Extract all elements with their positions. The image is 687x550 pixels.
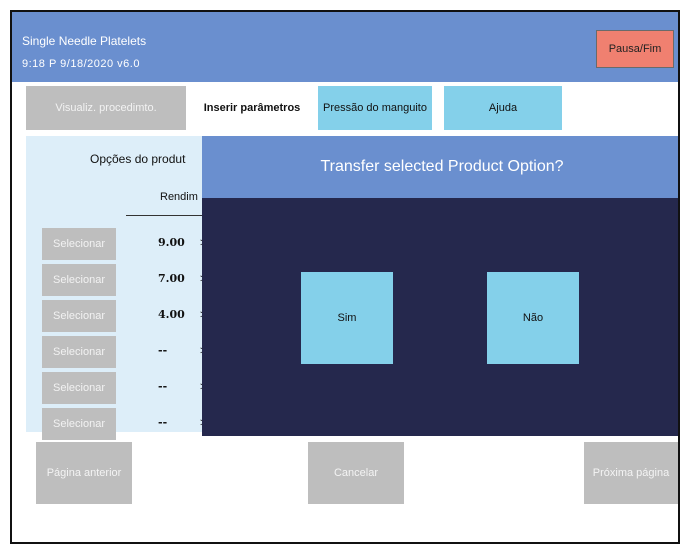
tab-enter-parameters[interactable]: Inserir parâmetros (190, 86, 314, 130)
yield-value: -- (158, 380, 168, 393)
tab-cuff-pressure[interactable]: Pressão do manguito (318, 86, 432, 130)
select-button[interactable]: Selecionar (42, 228, 116, 260)
select-button[interactable]: Selecionar (42, 300, 116, 332)
header-bar: Single Needle Platelets 9:18 P 9/18/2020… (12, 12, 678, 82)
cancel-button[interactable]: Cancelar (308, 442, 404, 504)
yield-value: 7.00 (158, 272, 185, 285)
select-button[interactable]: Selecionar (42, 408, 116, 440)
yes-button[interactable]: Sim (301, 272, 393, 364)
yield-value: 9.00 (158, 236, 185, 249)
select-button[interactable]: Selecionar (42, 372, 116, 404)
dialog-title: Transfer selected Product Option? (202, 136, 678, 198)
app-window: Single Needle Platelets 9:18 P 9/18/2020… (10, 10, 680, 544)
app-title: Single Needle Platelets (22, 34, 147, 48)
select-button[interactable]: Selecionar (42, 336, 116, 368)
yield-value: -- (158, 416, 168, 429)
previous-page-button[interactable]: Página anterior (36, 442, 132, 504)
pause-end-button[interactable]: Pausa/Fim (596, 30, 674, 68)
tab-help[interactable]: Ajuda (444, 86, 562, 130)
tab-bar: Visualiz. procedimto. Inserir parâmetros… (12, 86, 678, 132)
next-page-button[interactable]: Próxima página (584, 442, 678, 504)
confirm-dialog: Transfer selected Product Option? Sim Nã… (202, 136, 678, 436)
yield-column-header: Rendim (160, 191, 198, 203)
product-options-title: Opções do produt (90, 152, 186, 166)
yield-value: 4.00 (158, 308, 185, 321)
status-line: 9:18 P 9/18/2020 v6.0 (22, 58, 140, 70)
tab-view-procedure[interactable]: Visualiz. procedimto. (26, 86, 186, 130)
no-button[interactable]: Não (487, 272, 579, 364)
yield-value: -- (158, 344, 168, 357)
select-button[interactable]: Selecionar (42, 264, 116, 296)
